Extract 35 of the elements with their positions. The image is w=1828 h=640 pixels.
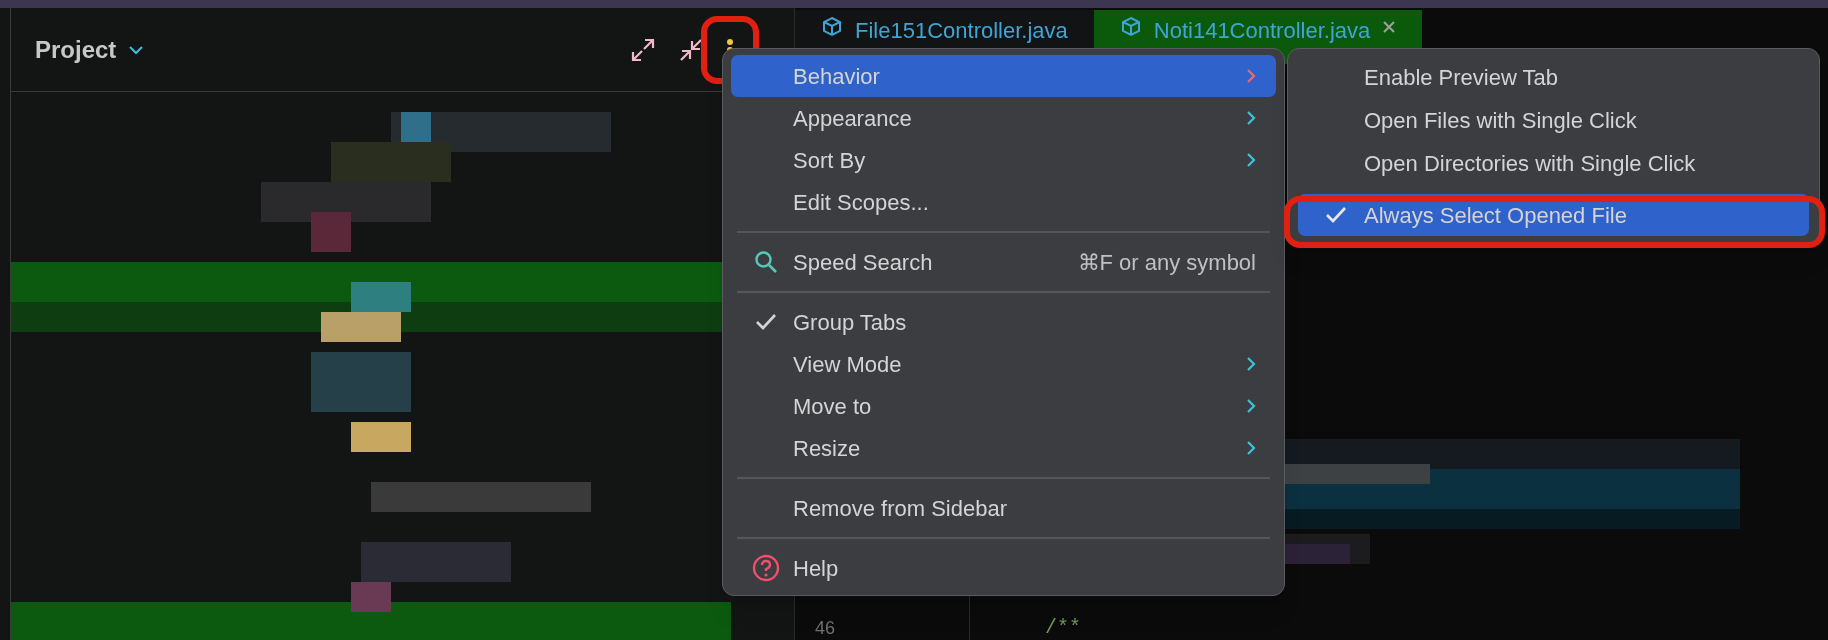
shortcut-hint: ⌘F or any symbol [1077,248,1256,277]
menu-item[interactable]: Help [731,547,1276,589]
line-number: 46 [815,618,836,638]
menu-item[interactable]: Resize [731,427,1276,469]
code-comment: /** [1045,618,1081,640]
menu-item[interactable]: Group Tabs [731,301,1276,343]
chevron-right-icon [1246,152,1256,168]
search-icon [754,250,778,274]
menu-item[interactable]: Speed Search ⌘F or any symbol [731,241,1276,283]
tab-label: Noti141Controller.java [1153,17,1371,45]
menu-item[interactable]: Remove from Sidebar [731,487,1276,529]
menu-item[interactable]: Move to [731,385,1276,427]
collapse-icon[interactable] [678,36,704,63]
checkmark-icon [755,313,777,331]
expand-icon[interactable] [630,36,656,63]
chevron-right-icon [1246,440,1256,456]
menu-item[interactable]: Sort By [731,139,1276,181]
help-icon [752,554,780,582]
tab-label: File151Controller.java [855,17,1068,45]
chevron-right-icon [1246,110,1256,126]
menu-item[interactable]: Behavior [731,55,1276,97]
menu-item[interactable]: Open Files with Single Click [1298,99,1809,141]
checkmark-icon [1325,206,1347,224]
chevron-right-icon [1246,398,1256,414]
menu-item[interactable]: Open Directories with Single Click [1298,142,1809,184]
close-icon[interactable] [1382,20,1397,34]
chevron-right-icon [1246,356,1256,372]
chevron-right-icon [1246,68,1256,84]
cube-icon [821,16,843,38]
menu-item[interactable]: View Mode [731,343,1276,385]
chevron-down-icon[interactable] [128,44,145,55]
cube-icon [1119,16,1142,38]
menu-item[interactable]: Edit Scopes... [731,181,1276,223]
menu-item[interactable]: Appearance [731,97,1276,139]
panel-title: Project [35,34,117,65]
